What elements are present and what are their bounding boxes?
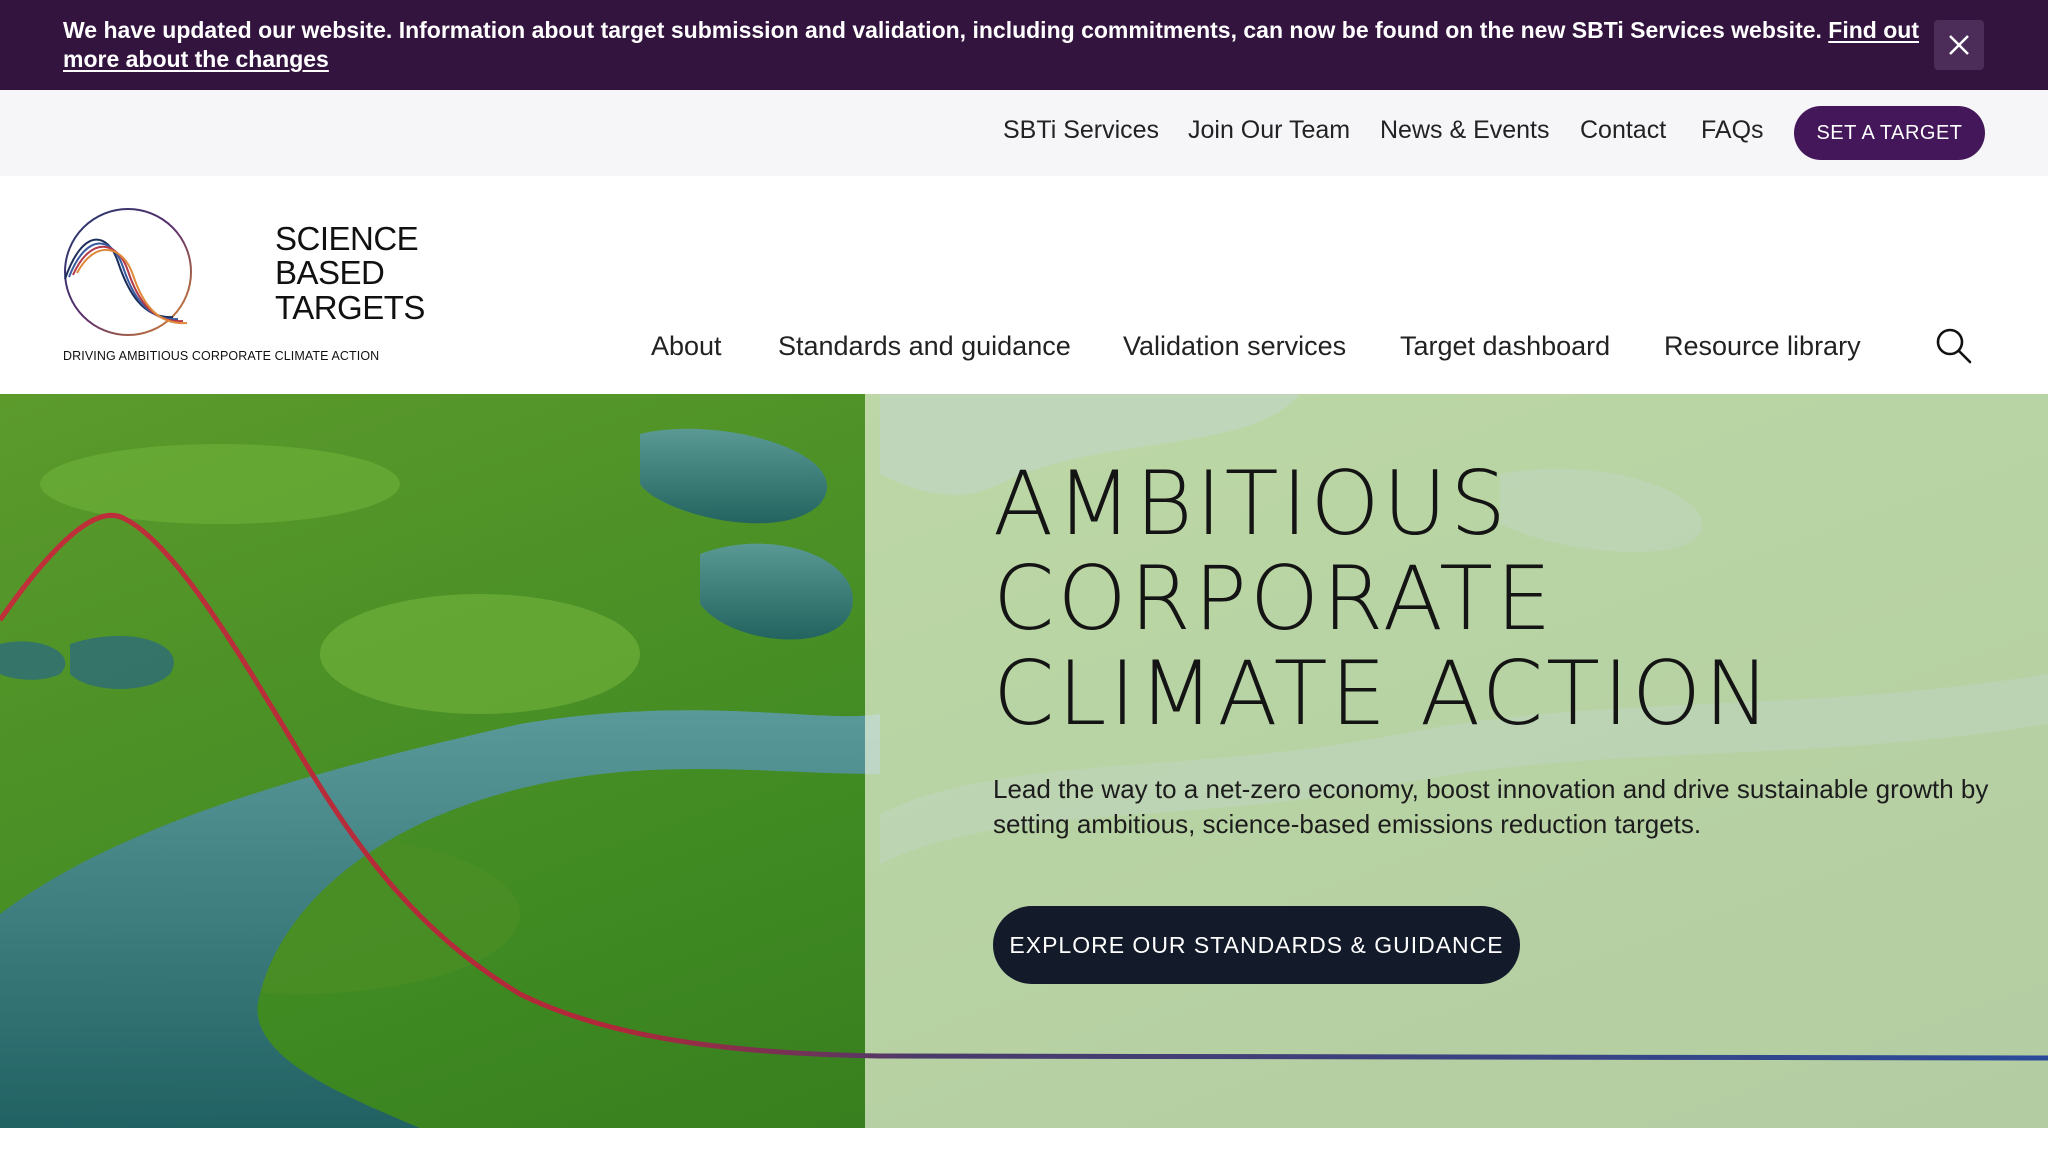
utility-nav-bar: SBTi Services Join Our Team News & Event… (0, 90, 2048, 176)
utility-link-faqs[interactable]: FAQs (1701, 116, 1764, 145)
nav-standards-and-guidance[interactable]: Standards and guidance (778, 331, 1071, 362)
utility-link-sbti-services[interactable]: SBTi Services (1003, 116, 1159, 145)
utility-link-news-events[interactable]: News & Events (1380, 116, 1550, 145)
search-icon (1936, 328, 1972, 364)
logo-word-science: SCIENCE (275, 220, 419, 257)
sbti-logo[interactable]: SCIENCE BASED TARGETS (63, 205, 425, 370)
banner-text: We have updated our website. Information… (63, 17, 1829, 43)
logo-circle-icon (64, 208, 192, 336)
banner-close-button[interactable] (1934, 20, 1984, 70)
hero-title-line-3: CLIMATE ACTION (993, 642, 1773, 745)
utility-link-contact[interactable]: Contact (1580, 116, 1666, 145)
utility-link-join-our-team[interactable]: Join Our Team (1188, 116, 1350, 145)
close-icon (1949, 35, 1969, 55)
logo-word-based: BASED (275, 254, 385, 291)
nav-target-dashboard[interactable]: Target dashboard (1400, 331, 1610, 362)
hero-subtitle: Lead the way to a net-zero economy, boos… (993, 774, 1989, 839)
nav-validation-services[interactable]: Validation services (1123, 331, 1346, 362)
logo-word-targets: TARGETS (275, 289, 425, 326)
banner-message: We have updated our website. Information… (63, 16, 1923, 74)
hero-title: AMBITIOUS CORPORATE CLIMATE ACTION (993, 456, 1993, 741)
nav-about[interactable]: About (651, 331, 722, 362)
set-a-target-button[interactable]: SET A TARGET (1794, 106, 1985, 160)
search-button[interactable] (1934, 326, 1974, 366)
logo-tagline: DRIVING AMBITIOUS CORPORATE CLIMATE ACTI… (63, 349, 380, 363)
explore-standards-button[interactable]: EXPLORE OUR STANDARDS & GUIDANCE (993, 906, 1520, 984)
hero-title-line-2: CORPORATE (993, 547, 1555, 650)
announcement-banner: We have updated our website. Information… (0, 0, 2048, 90)
nav-resource-library[interactable]: Resource library (1664, 331, 1861, 362)
hero-title-line-1: AMBITIOUS (993, 452, 1509, 555)
